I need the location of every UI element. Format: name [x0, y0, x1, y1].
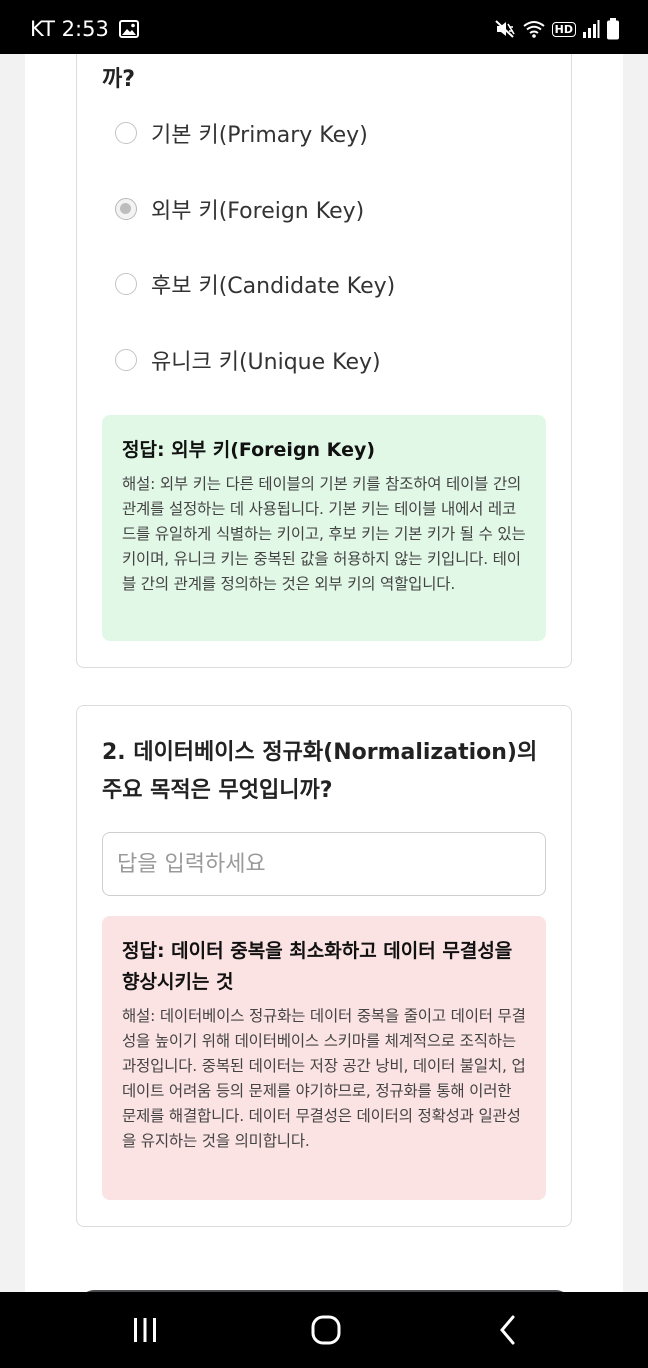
question-2-title: 2. 데이터베이스 정규화(Normalization)의 주요 목적은 무엇입… — [102, 740, 538, 803]
back-button[interactable] — [488, 1314, 528, 1346]
quiz-page: 까? 기본 키(Primary Key) 외부 키(Foreign Key) 후… — [25, 54, 623, 1292]
navigation-bar — [0, 1292, 648, 1368]
option-label: 기본 키(Primary Key) — [151, 123, 368, 148]
answer-box-2: 정답: 데이터 중복을 최소화하고 데이터 무결성을 향상시키는 것 해설: 데… — [102, 916, 546, 1200]
home-button[interactable] — [306, 1314, 346, 1346]
recent-apps-icon — [134, 1318, 156, 1342]
answer-box-1: 정답: 외부 키(Foreign Key) 해설: 외부 키는 다른 테이블의 … — [102, 415, 546, 641]
back-icon — [500, 1315, 515, 1345]
status-right: HD — [494, 18, 620, 40]
option-foreign-key[interactable]: 외부 키(Foreign Key) — [115, 193, 364, 225]
option-unique-key[interactable]: 유니크 키(Unique Key) — [115, 344, 381, 376]
question-card-1: 까? 기본 키(Primary Key) 외부 키(Foreign Key) 후… — [76, 54, 572, 668]
answer-explanation: 해설: 데이터베이스 정규화는 데이터 중복을 줄이고 데이터 무결성을 높이기… — [122, 1007, 526, 1150]
question-1-title-tail: 까? — [102, 67, 136, 92]
status-left: KT 2:53 — [30, 17, 139, 41]
signal-icon — [583, 20, 600, 38]
question-card-2: 2. 데이터베이스 정규화(Normalization)의 주요 목적은 무엇입… — [76, 705, 572, 1227]
home-icon — [311, 1315, 341, 1345]
option-primary-key[interactable]: 기본 키(Primary Key) — [115, 117, 368, 149]
answer-explanation: 해설: 외부 키는 다른 테이블의 기본 키를 참조하여 테이블 간의 관계를 … — [122, 475, 526, 593]
radio-button[interactable] — [115, 122, 137, 144]
radio-button[interactable] — [115, 273, 137, 295]
recent-apps-button[interactable] — [125, 1314, 165, 1346]
option-candidate-key[interactable]: 후보 키(Candidate Key) — [115, 268, 395, 300]
wifi-icon — [523, 21, 545, 38]
battery-icon — [607, 18, 619, 40]
carrier-time: KT 2:53 — [30, 17, 109, 41]
radio-button-selected[interactable] — [115, 198, 137, 220]
option-label: 유니크 키(Unique Key) — [151, 350, 381, 375]
image-icon — [118, 20, 139, 38]
option-label: 외부 키(Foreign Key) — [151, 199, 365, 224]
radio-button[interactable] — [115, 349, 137, 371]
mute-icon — [494, 20, 515, 38]
answer-title: 정답: 외부 키(Foreign Key) — [122, 439, 376, 461]
status-bar: KT 2:53 HD — [0, 0, 648, 54]
hd-icon: HD — [551, 21, 576, 37]
answer-title: 정답: 데이터 중복을 최소화하고 데이터 무결성을 향상시키는 것 — [122, 940, 513, 993]
option-label: 후보 키(Candidate Key) — [151, 274, 396, 299]
answer-input[interactable] — [102, 832, 546, 896]
